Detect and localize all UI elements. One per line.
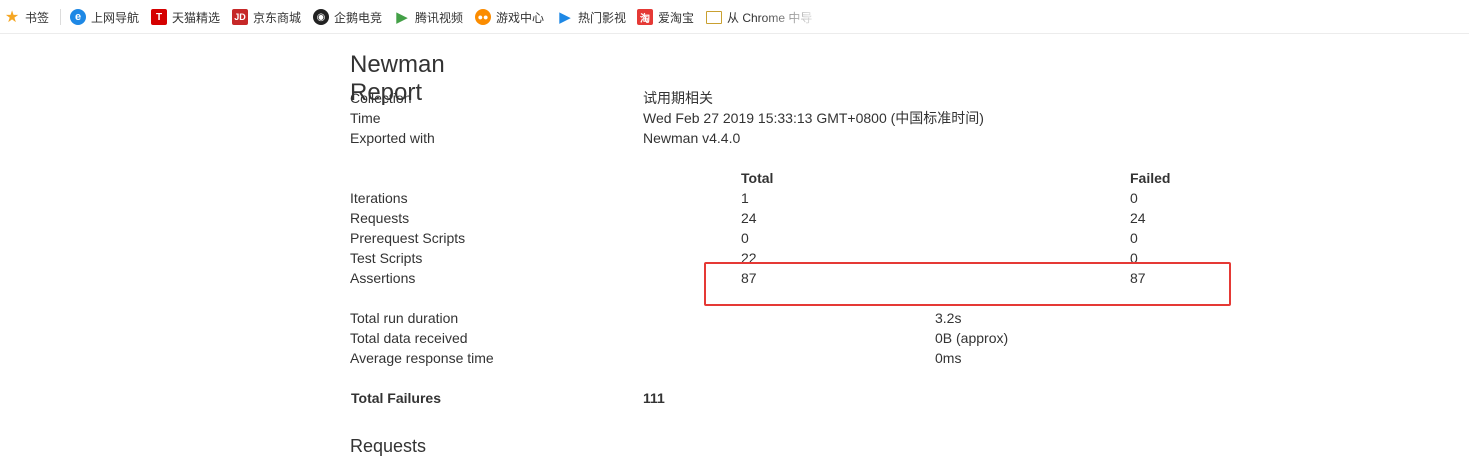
info-label-time: Time bbox=[350, 110, 381, 126]
bookmark-bookmarks[interactable]: ★ 书签 bbox=[4, 8, 49, 26]
video-icon: ▶ bbox=[559, 9, 571, 26]
bookmark-nav[interactable]: e 上网导航 bbox=[70, 8, 139, 26]
stats-label-assertions: Assertions bbox=[350, 270, 416, 286]
jd-icon: JD bbox=[232, 9, 248, 25]
bookmarks-bar: ★ 书签 e 上网导航 T 天猫精选 JD 京东商城 ◉ 企鹅电竞 ▶ 腾讯视频… bbox=[0, 0, 1469, 34]
bookmark-label: 爱淘宝 bbox=[658, 10, 695, 25]
bookmark-hot-video[interactable]: ▶ 热门影视 bbox=[557, 8, 626, 26]
timing-label-data-received: Total data received bbox=[350, 330, 468, 346]
highlight-box bbox=[704, 262, 1231, 306]
stats-header-failed: Failed bbox=[1130, 170, 1171, 186]
stats-label-test-scripts: Test Scripts bbox=[350, 250, 423, 266]
bookmark-label: 企鹅电竞 bbox=[334, 10, 383, 25]
info-label-exported-with: Exported with bbox=[350, 130, 435, 146]
stats-label-prerequest-scripts: Prerequest Scripts bbox=[350, 230, 466, 246]
stats-failed-iterations: 0 bbox=[1130, 190, 1138, 206]
bookmark-tencent-video[interactable]: ▶ 腾讯视频 bbox=[394, 8, 463, 26]
stats-failed-requests: 24 bbox=[1130, 210, 1146, 226]
gamepad-icon: ●● bbox=[475, 9, 491, 25]
bookmark-tmall[interactable]: T 天猫精选 bbox=[151, 8, 220, 26]
stats-total-requests: 24 bbox=[741, 210, 757, 226]
info-value-time: Wed Feb 27 2019 15:33:13 GMT+0800 (中国标准时… bbox=[643, 110, 984, 126]
stats-failed-prerequest-scripts: 0 bbox=[1130, 230, 1138, 246]
bookmarks-separator bbox=[60, 9, 61, 25]
total-failures-label: Total Failures bbox=[351, 390, 441, 406]
bookmark-jd[interactable]: JD 京东商城 bbox=[232, 8, 301, 26]
ie-icon: e bbox=[70, 9, 86, 25]
stats-label-requests: Requests bbox=[350, 210, 410, 226]
bookmark-folder-chrome[interactable]: 从 Chrome 中导 bbox=[706, 8, 812, 26]
timing-value-duration: 3.2s bbox=[935, 310, 962, 326]
tmall-icon: T bbox=[151, 9, 167, 25]
section-heading-requests: Requests bbox=[350, 436, 427, 456]
total-failures-value: 111 bbox=[643, 390, 665, 406]
stats-label-iterations: Iterations bbox=[350, 190, 408, 206]
penguin-icon: ◉ bbox=[313, 9, 329, 25]
bookmark-taobao[interactable]: 淘 爱淘宝 bbox=[637, 8, 694, 26]
timing-value-data-received: 0B (approx) bbox=[935, 330, 1009, 346]
bookmark-label: 书签 bbox=[25, 10, 50, 25]
stats-header-total: Total bbox=[741, 170, 774, 186]
play-icon: ▶ bbox=[396, 9, 408, 26]
bookmark-label: 京东商城 bbox=[253, 10, 302, 25]
bookmark-game-center[interactable]: ●● 游戏中心 bbox=[475, 8, 544, 26]
bookmark-label: 天猫精选 bbox=[172, 10, 221, 25]
timing-label-avg-response: Average response time bbox=[350, 350, 494, 366]
taobao-icon: 淘 bbox=[637, 9, 653, 25]
stats-total-prerequest-scripts: 0 bbox=[741, 230, 749, 246]
bookmark-label: 游戏中心 bbox=[496, 10, 545, 25]
bookmark-label: 上网导航 bbox=[91, 10, 140, 25]
bookmark-label: 从 Chrome 中导 bbox=[727, 10, 813, 25]
info-label-collection: Collection bbox=[350, 90, 412, 106]
star-icon: ★ bbox=[4, 9, 20, 26]
info-value-collection: 试用期相关 bbox=[643, 90, 713, 106]
stats-total-iterations: 1 bbox=[741, 190, 749, 206]
info-value-exported-with: Newman v4.4.0 bbox=[643, 130, 741, 146]
timing-value-avg-response: 0ms bbox=[935, 350, 962, 366]
timing-label-duration: Total run duration bbox=[350, 310, 459, 326]
bookmark-label: 热门影视 bbox=[578, 10, 627, 25]
bookmark-penguin[interactable]: ◉ 企鹅电竞 bbox=[313, 8, 382, 26]
bookmark-label: 腾讯视频 bbox=[415, 10, 464, 25]
folder-icon bbox=[706, 10, 722, 24]
